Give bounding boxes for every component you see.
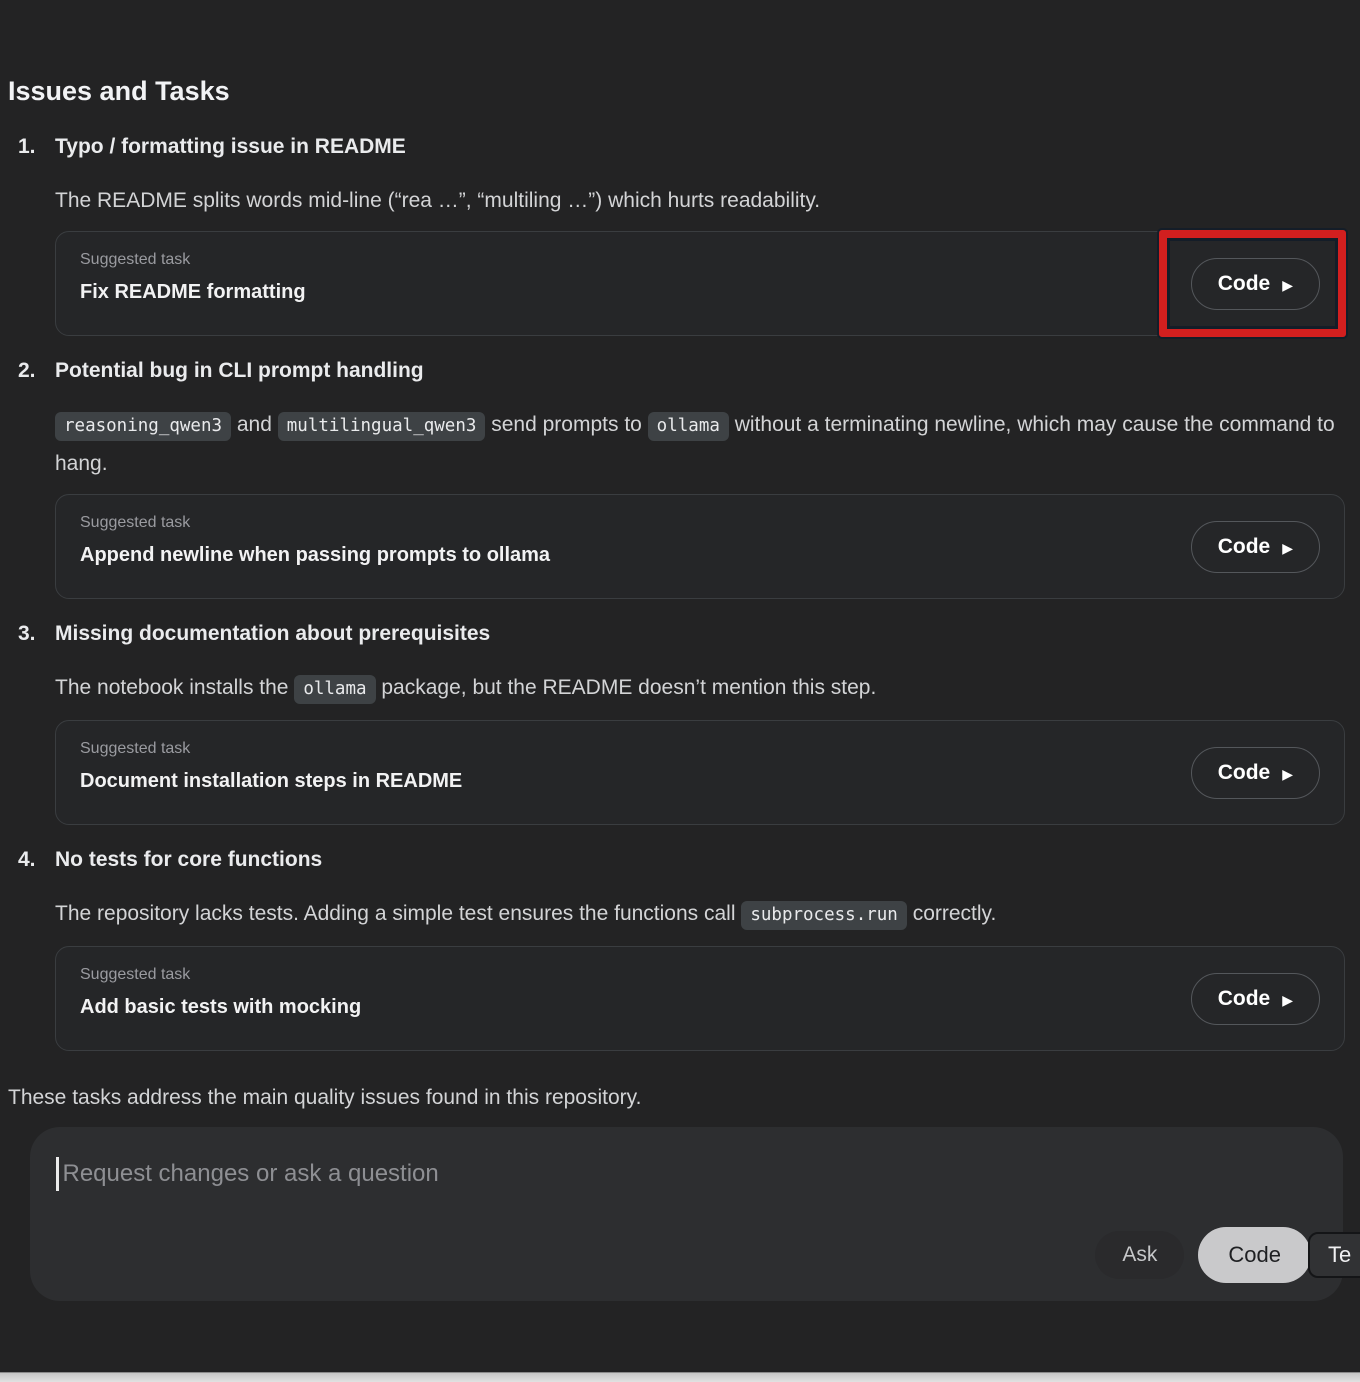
issue-number: 2. [18, 358, 55, 384]
issue-heading: 2. Potential bug in CLI prompt handling [18, 358, 1360, 384]
issue-description: The README splits words mid-line (“rea …… [55, 182, 1347, 219]
suggested-task-card: Suggested task Document installation ste… [55, 720, 1345, 825]
summary-text: These tasks address the main quality iss… [8, 1085, 1360, 1111]
page-title: Issues and Tasks [8, 76, 1360, 107]
issue-title: Typo / formatting issue in README [55, 134, 406, 160]
suggested-task-card: Suggested task Append newline when passi… [55, 494, 1345, 599]
suggested-task-card: Suggested task Add basic tests with mock… [55, 946, 1345, 1051]
task-title: Append newline when passing prompts to o… [80, 542, 1320, 568]
composer-placeholder: Request changes or ask a question [63, 1160, 439, 1188]
issue-item-2: 2. Potential bug in CLI prompt handling … [0, 358, 1360, 599]
issue-description: reasoning_qwen3 and multilingual_qwen3 s… [55, 406, 1347, 482]
task-label: Suggested task [80, 739, 1320, 759]
code-button[interactable]: Code ▶ [1191, 258, 1320, 310]
text-cursor [56, 1157, 59, 1191]
description-text: correctly. [907, 902, 996, 925]
play-icon: ▶ [1282, 278, 1293, 292]
code-button[interactable]: Code ▶ [1191, 521, 1320, 573]
inline-code-chip: ollama [648, 412, 729, 441]
task-label: Suggested task [80, 965, 1320, 985]
composer-buttons: Ask Code [1095, 1227, 1311, 1283]
issue-title: Missing documentation about prerequisite… [55, 621, 490, 647]
issue-heading: 4. No tests for core functions [18, 847, 1360, 873]
play-icon: ▶ [1282, 541, 1293, 555]
partial-button-label: Te [1328, 1242, 1351, 1268]
issue-item-3: 3. Missing documentation about prerequis… [0, 621, 1360, 825]
bottom-window-edge [0, 1372, 1360, 1382]
suggested-task-card: Suggested task Fix README formatting Cod… [55, 231, 1345, 336]
description-text: The repository lacks tests. Adding a sim… [55, 902, 741, 925]
code-button[interactable]: Code ▶ [1191, 973, 1320, 1025]
description-text: package, but the README doesn’t mention … [376, 676, 877, 699]
issue-title: No tests for core functions [55, 847, 322, 873]
description-text: The README splits words mid-line (“rea …… [55, 189, 820, 212]
task-label: Suggested task [80, 513, 1320, 533]
issue-item-4: 4. No tests for core functions The repos… [0, 847, 1360, 1051]
inline-code-chip: subprocess.run [741, 901, 907, 930]
composer-input[interactable]: Request changes or ask a question [56, 1157, 1317, 1191]
code-button[interactable]: Code ▶ [1191, 747, 1320, 799]
issue-description: The repository lacks tests. Adding a sim… [55, 895, 1347, 934]
code-button-label: Code [1218, 987, 1271, 1011]
task-title: Fix README formatting [80, 279, 1320, 305]
code-button-label: Code [1218, 272, 1271, 296]
partial-cutoff-button[interactable]: Te [1308, 1232, 1360, 1278]
issue-title: Potential bug in CLI prompt handling [55, 358, 424, 384]
description-text: The notebook installs the [55, 676, 294, 699]
issue-number: 1. [18, 134, 55, 160]
code-button-label: Code [1218, 761, 1271, 785]
task-title: Document installation steps in README [80, 768, 1320, 794]
task-title: Add basic tests with mocking [80, 994, 1320, 1020]
issue-description: The notebook installs the ollama package… [55, 669, 1347, 708]
ask-button[interactable]: Ask [1095, 1231, 1184, 1279]
issue-heading: 1. Typo / formatting issue in README [18, 134, 1360, 160]
issue-number: 4. [18, 847, 55, 873]
issue-heading: 3. Missing documentation about prerequis… [18, 621, 1360, 647]
issue-item-1: 1. Typo / formatting issue in README The… [0, 134, 1360, 336]
play-icon: ▶ [1282, 993, 1293, 1007]
inline-code-chip: multilingual_qwen3 [278, 412, 486, 441]
play-icon: ▶ [1282, 767, 1293, 781]
description-text: and [231, 413, 278, 436]
inline-code-chip: ollama [294, 675, 375, 704]
description-text: send prompts to [485, 413, 647, 436]
inline-code-chip: reasoning_qwen3 [55, 412, 231, 441]
task-label: Suggested task [80, 250, 1320, 270]
issue-number: 3. [18, 621, 55, 647]
composer-box: Request changes or ask a question Ask Co… [30, 1127, 1343, 1301]
code-mode-button[interactable]: Code [1198, 1227, 1311, 1283]
code-button-label: Code [1218, 535, 1271, 559]
